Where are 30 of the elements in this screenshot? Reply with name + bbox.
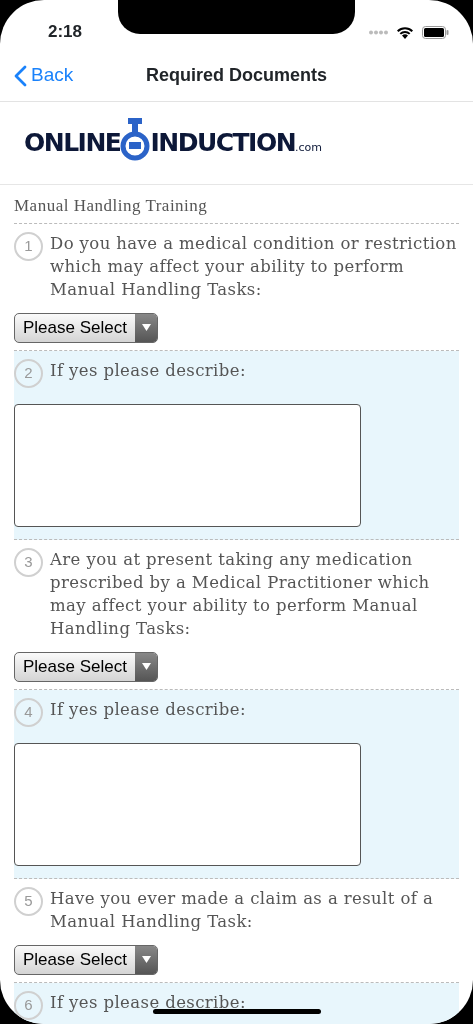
question-text: If yes please describe: [50, 991, 247, 1014]
question-text: If yes please describe: [50, 359, 247, 382]
question-number: 1 [14, 231, 43, 261]
signal-icon [369, 29, 388, 35]
battery-icon [422, 25, 449, 39]
question-text: If yes please describe: [50, 698, 247, 721]
page-title: Required Documents [146, 64, 327, 87]
logo-icon [120, 118, 151, 162]
section-title: Manual Handling Training [14, 185, 459, 224]
text-area[interactable] [14, 742, 361, 866]
wifi-icon [396, 25, 414, 39]
question-number: 6 [14, 990, 43, 1020]
chevron-left-icon [14, 64, 27, 87]
status-time: 2:18 [48, 21, 83, 44]
question-text: Do you have a medical condition or restriction which may affect your ability to perform Manual Handling Tasks: [50, 232, 458, 301]
select-dropdown[interactable]: Please Select [14, 944, 158, 975]
question-number: 5 [14, 886, 43, 916]
select-dropdown[interactable]: Please Select [14, 651, 158, 682]
question-text: Are you at present taking any medication prescribed by a Medical Practitioner which may affect your ability to perform Manual Handling Tasks: [50, 548, 431, 640]
logo: ONLINE INDUCTION.com [24, 124, 323, 162]
select-dropdown[interactable]: Please Select [14, 312, 158, 343]
back-button[interactable]: Back [0, 61, 74, 90]
caret-icon [141, 324, 151, 331]
question-text: Have you ever made a claim as a result of a Manual Handling Task: [50, 887, 435, 933]
question-number: 3 [14, 547, 43, 577]
question-number: 2 [14, 358, 43, 388]
text-area[interactable] [14, 403, 361, 527]
caret-icon [141, 956, 151, 963]
caret-icon [141, 663, 151, 670]
question-number: 4 [14, 697, 43, 727]
